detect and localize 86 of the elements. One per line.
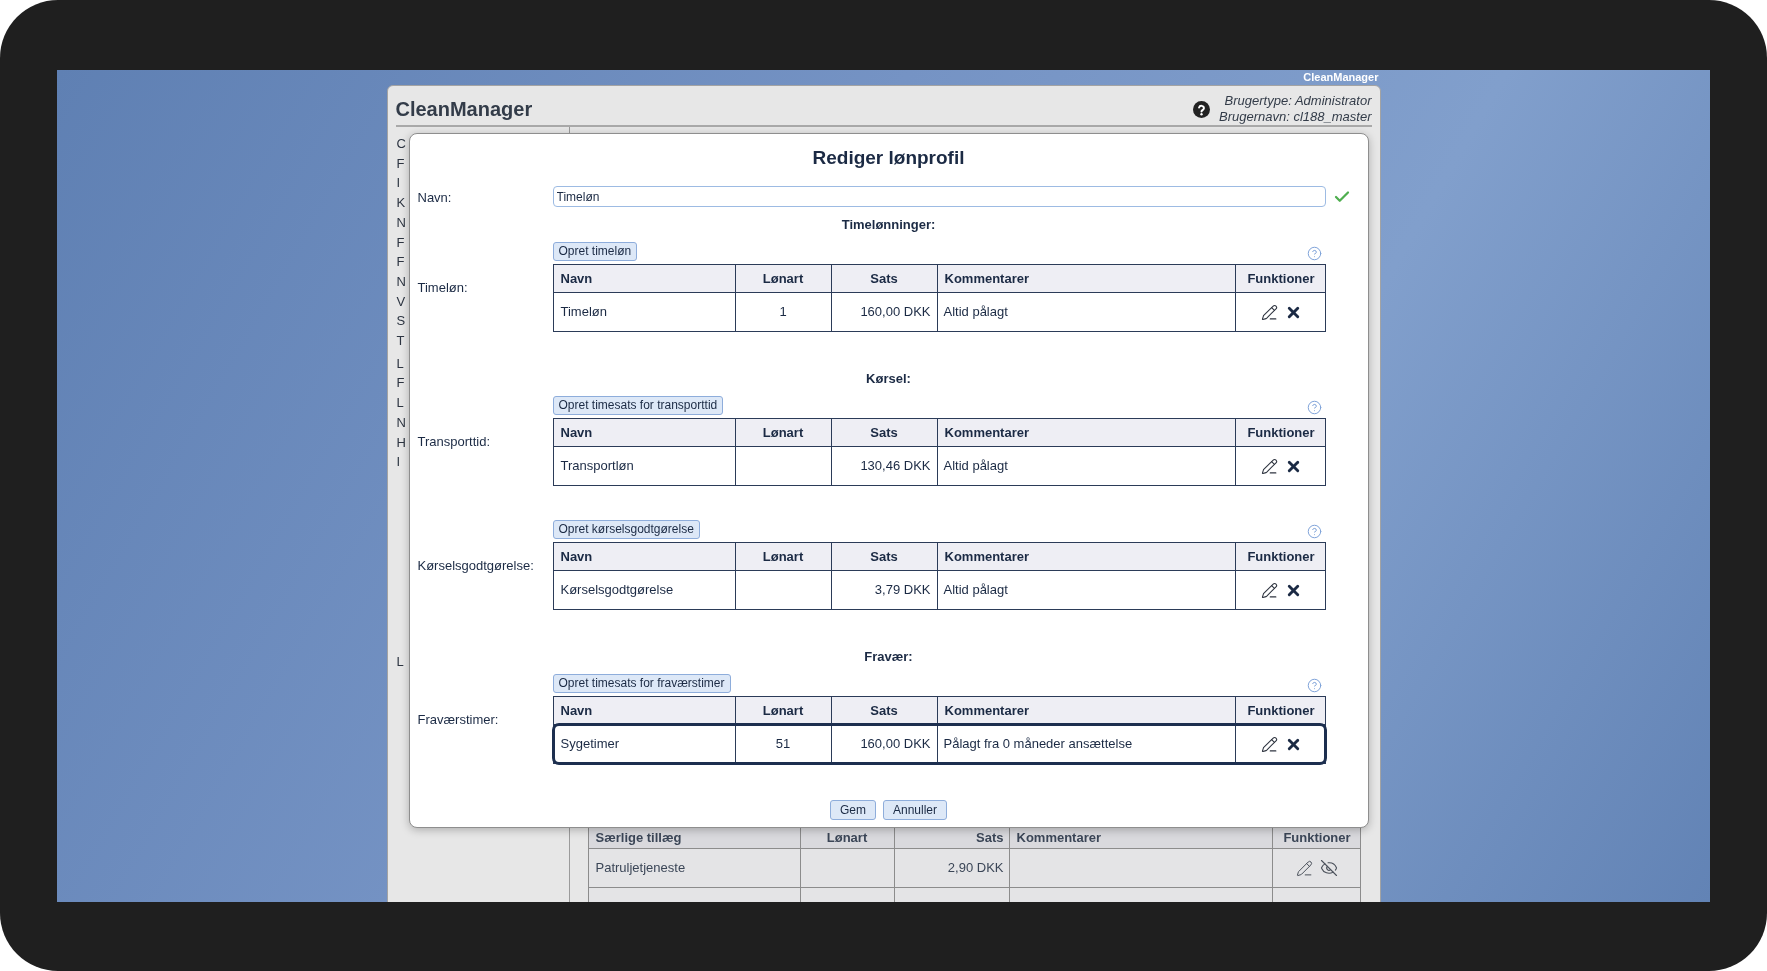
column-header: Funktioner <box>1247 547 1315 566</box>
column-header: Funktioner <box>1247 269 1315 288</box>
column-header: Kommentarer <box>944 701 1030 720</box>
create-button[interactable]: Opret kørselsgodtgørelse <box>552 520 700 539</box>
column-header: Navn <box>560 701 593 720</box>
group-label: Fraværstimer: <box>417 712 499 727</box>
column-header: Lønart <box>826 831 868 845</box>
column-header: Sats <box>976 831 1004 845</box>
help-icon[interactable] <box>1193 100 1210 118</box>
create-button[interactable]: Opret timeløn <box>552 242 638 261</box>
pencil-icon[interactable] <box>1260 457 1278 475</box>
table-cell-text: Timeløn <box>560 303 607 322</box>
section-heading: Kørsel: <box>866 371 911 387</box>
column-header: Navn <box>560 423 593 442</box>
sidebar-item[interactable]: N <box>396 212 406 233</box>
app-title: CleanManager <box>395 97 533 122</box>
table-cell-text: Kørselsgodtgørelse <box>560 581 674 600</box>
create-button[interactable]: Opret timesats for fraværstimer <box>552 674 731 693</box>
sidebar-item[interactable]: V <box>396 291 406 312</box>
column-header: Navn <box>560 547 593 566</box>
table-cell-text: Transportløn <box>560 457 634 476</box>
column-header: Sats <box>870 269 898 288</box>
table-row[interactable]: Sygetimer 51 160,00 DKK Pålagt fra 0 måneder ansættelse <box>553 725 1325 763</box>
sidebar-item[interactable]: C <box>396 134 406 154</box>
table-cell-text: Pålagt fra 0 måneder ansættelse <box>943 735 1133 754</box>
dialog-button[interactable]: Annuller <box>883 800 947 820</box>
column-header: Lønart <box>762 547 804 566</box>
section-heading: Fravær: <box>864 649 913 665</box>
table-cell-text: Altid pålagt <box>943 581 1008 600</box>
column-header: Særlige tillæg <box>595 831 682 845</box>
column-header: Funktioner <box>1247 701 1315 720</box>
sidebar-item[interactable]: F <box>396 252 405 272</box>
group-label: Transporttid: <box>417 434 490 449</box>
name-label: Navn: <box>417 189 452 205</box>
create-button[interactable]: Opret timesats for transporttid <box>552 396 724 415</box>
column-header: Kommentarer <box>1016 831 1102 845</box>
group-label: Kørselsgodtgørelse: <box>417 558 534 573</box>
pencil-icon[interactable] <box>1260 735 1278 753</box>
sidebar-item[interactable]: S <box>396 311 406 332</box>
table-cell-text: Altid pålagt <box>943 303 1008 322</box>
column-header: Kommentarer <box>944 423 1030 442</box>
dialog-button[interactable]: Gem <box>829 800 876 820</box>
column-header: Funktioner <box>1283 831 1351 845</box>
table-cell-text: 1 <box>779 303 787 322</box>
column-header: Sats <box>870 701 898 720</box>
sidebar-item[interactable]: N <box>396 412 406 433</box>
sidebar-item[interactable]: L <box>396 651 404 672</box>
pencil-icon[interactable] <box>1260 581 1278 599</box>
table-cell-text: 3,79 DKK <box>874 581 931 600</box>
eye-slash-icon[interactable] <box>1320 859 1338 877</box>
sidebar-item[interactable]: F <box>396 232 405 253</box>
sidebar-item[interactable]: F <box>396 373 405 394</box>
app-name-label: CleanManager <box>1303 71 1379 84</box>
table-cell-text: Sygetimer <box>560 735 620 754</box>
column-header: Navn <box>560 269 593 288</box>
section-heading: Timelønninger: <box>841 217 936 233</box>
sidebar-item[interactable]: L <box>396 353 404 374</box>
dialog-title: Rediger lønprofil <box>812 147 965 169</box>
table-cell-text: Altid pålagt <box>943 457 1008 476</box>
user-type-text: Brugertype: Administrator <box>1224 93 1372 109</box>
table-cell-text: 160,00 DKK <box>860 735 931 754</box>
column-header: Lønart <box>762 269 804 288</box>
table-cell-text: Patruljetjeneste <box>595 859 686 878</box>
column-header: Sats <box>870 547 898 566</box>
sidebar-item[interactable]: I <box>396 452 401 472</box>
column-header: Funktioner <box>1247 423 1315 442</box>
table-cell-text: 160,00 DKK <box>860 303 931 322</box>
column-header: Lønart <box>762 701 804 720</box>
pencil-icon[interactable] <box>1260 303 1278 321</box>
group-label: Timeløn: <box>417 280 468 295</box>
sidebar-item[interactable]: F <box>396 153 405 174</box>
column-header: Sats <box>870 423 898 442</box>
sidebar-item[interactable]: T <box>396 331 405 351</box>
sidebar-item[interactable]: N <box>396 271 406 292</box>
sidebar-item[interactable]: K <box>396 193 406 213</box>
column-header: Lønart <box>762 423 804 442</box>
column-header: Kommentarer <box>944 547 1030 566</box>
user-name-text: Brugernavn: cl188_master <box>1219 109 1372 125</box>
sidebar-item[interactable]: H <box>396 432 406 453</box>
name-field[interactable]: Timeløn <box>552 186 1326 207</box>
sidebar-item[interactable]: I <box>396 173 401 194</box>
table-cell-text: 130,46 DKK <box>860 457 931 476</box>
sidebar-item[interactable]: L <box>396 393 404 413</box>
column-header: Kommentarer <box>944 269 1030 288</box>
table-cell-text: 51 <box>775 735 791 754</box>
table-cell-text: 2,90 DKK <box>947 859 1004 878</box>
